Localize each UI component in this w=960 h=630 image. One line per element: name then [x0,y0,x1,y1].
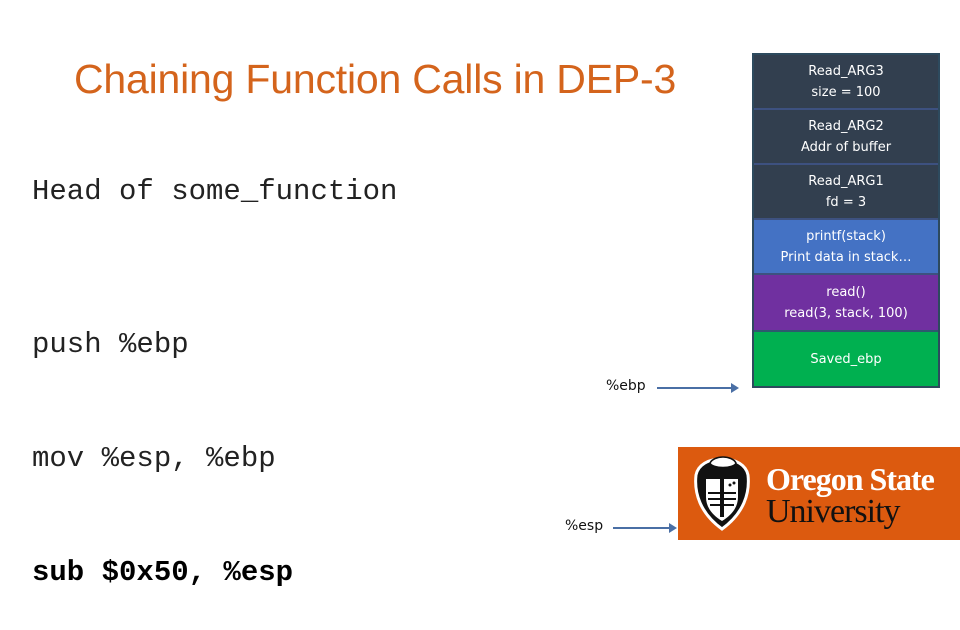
assembly-code: push %ebp mov %esp, %ebp sub $0x50, %esp [32,250,293,630]
stack-cell-read: read() read(3, stack, 100) [754,273,938,330]
code-line-mov: mov %esp, %ebp [32,442,276,475]
stack-cell-printf: printf(stack) Print data in stack… [754,218,938,273]
code-heading: Head of some_function [32,175,398,208]
stack-cell-saved-ebp: Saved_ebp [754,330,938,386]
ebp-label: %ebp [606,378,646,394]
stack-cell-label: Read_ARG1 [808,173,884,189]
stack-diagram: Read_ARG3 size = 100 Read_ARG2 Addr of b… [752,53,940,388]
beaver-shield-icon [694,456,750,531]
code-line-push: push %ebp [32,328,189,361]
esp-arrow-icon [613,523,677,533]
stack-cell-read-arg2: Read_ARG2 Addr of buffer [754,108,938,163]
ebp-arrow-icon [657,383,739,393]
stack-cell-label: Saved_ebp [810,351,882,367]
slide-title: Chaining Function Calls in DEP-3 [74,56,677,102]
stack-cell-value: size = 100 [811,84,881,100]
logo-line-2: University [766,493,901,530]
stack-cell-label: Read_ARG3 [808,63,884,79]
stack-cell-read-arg3: Read_ARG3 size = 100 [754,53,938,108]
stack-cell-value: read(3, stack, 100) [784,305,908,321]
stack-cell-value: fd = 3 [825,194,867,210]
stack-cell-value: Print data in stack… [780,249,912,265]
stack-cell-label: printf(stack) [806,228,886,244]
stack-cell-label: Read_ARG2 [808,118,884,134]
stack-cell-value: Addr of buffer [800,139,892,155]
university-logo: Oregon State University [678,447,960,540]
code-line-sub: sub $0x50, %esp [32,556,294,589]
stack-cell-read-arg1: Read_ARG1 fd = 3 [754,163,938,218]
esp-label: %esp [565,518,604,534]
stack-cell-label: read() [826,284,866,300]
